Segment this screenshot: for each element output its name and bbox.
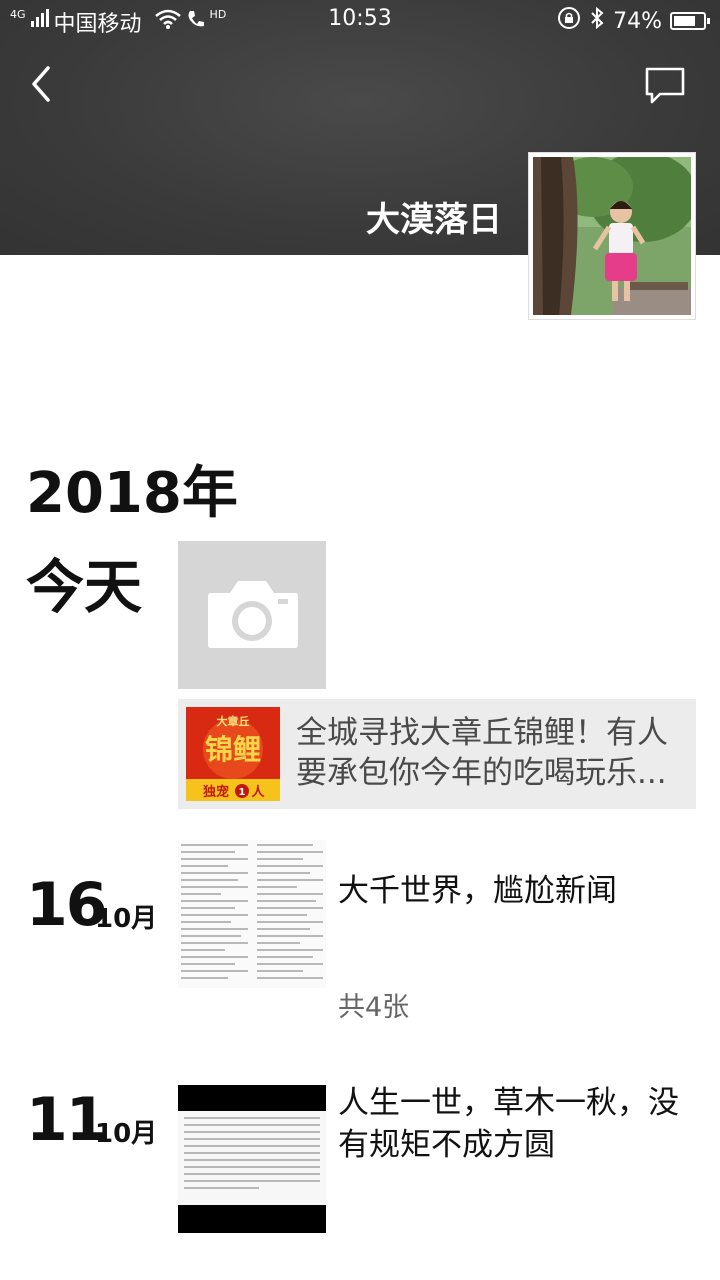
- post-date-month: 10月: [95, 904, 158, 934]
- article-title: 全城寻找大章丘锦鲤！有人要承包你今年的吃喝玩乐...: [296, 715, 668, 791]
- chevron-left-icon: [32, 66, 50, 102]
- avatar-photo-icon: [533, 152, 698, 315]
- bluetooth-icon: [589, 6, 605, 36]
- status-bar: 4G 中国移动 HD 10:53 74%: [0, 0, 720, 38]
- thumb-big-text: 锦鲤: [205, 733, 261, 766]
- post-image-count: 共4张: [338, 992, 410, 1023]
- thumb-bottom-text: 独宠: [203, 784, 229, 800]
- thumb-tail: 人: [251, 784, 265, 800]
- thumb-num: 1: [239, 787, 246, 798]
- messages-button[interactable]: [644, 66, 686, 106]
- post-date-day: 11: [26, 1085, 107, 1155]
- koi-poster-icon: 大章丘 锦鲤 独宠 1 人: [186, 707, 280, 801]
- profile-username[interactable]: 大漠落日: [366, 192, 502, 241]
- rotation-lock-icon: [557, 6, 581, 36]
- image-black-band-bottom: [178, 1205, 326, 1233]
- back-button[interactable]: [24, 62, 64, 106]
- article-thumbnail: 大章丘 锦鲤 独宠 1 人: [186, 707, 280, 801]
- shared-article-card[interactable]: 大章丘 锦鲤 独宠 1 人 全城寻找大章丘锦鲤！有人要承包你今年的吃喝玩乐...: [178, 699, 696, 809]
- post-date-day: 16: [26, 870, 107, 940]
- post-image-grid[interactable]: [178, 840, 326, 988]
- post-date-month: 10月: [95, 1119, 158, 1149]
- camera-icon: [208, 581, 298, 648]
- battery-percent: 74%: [613, 8, 662, 34]
- battery-icon: [670, 12, 710, 30]
- battery-fill: [674, 16, 695, 26]
- comment-icon: [645, 67, 685, 104]
- avatar[interactable]: [528, 152, 698, 320]
- post-text[interactable]: 人生一世，草木一秋，没有规矩不成方圆: [338, 1082, 698, 1166]
- add-photo-button[interactable]: [178, 541, 326, 689]
- screenshot-thumb-right: [254, 840, 326, 988]
- year-heading: 2018年: [26, 461, 238, 526]
- text-screenshot-lines: [184, 1117, 320, 1194]
- screenshot-thumb-left: [178, 840, 251, 988]
- thumb-top-text: 大章丘: [217, 714, 250, 728]
- post-text[interactable]: 大千世界，尴尬新闻: [338, 870, 698, 912]
- today-label: 今天: [26, 553, 143, 621]
- post-image[interactable]: [178, 1085, 326, 1233]
- image-black-band-top: [178, 1085, 326, 1111]
